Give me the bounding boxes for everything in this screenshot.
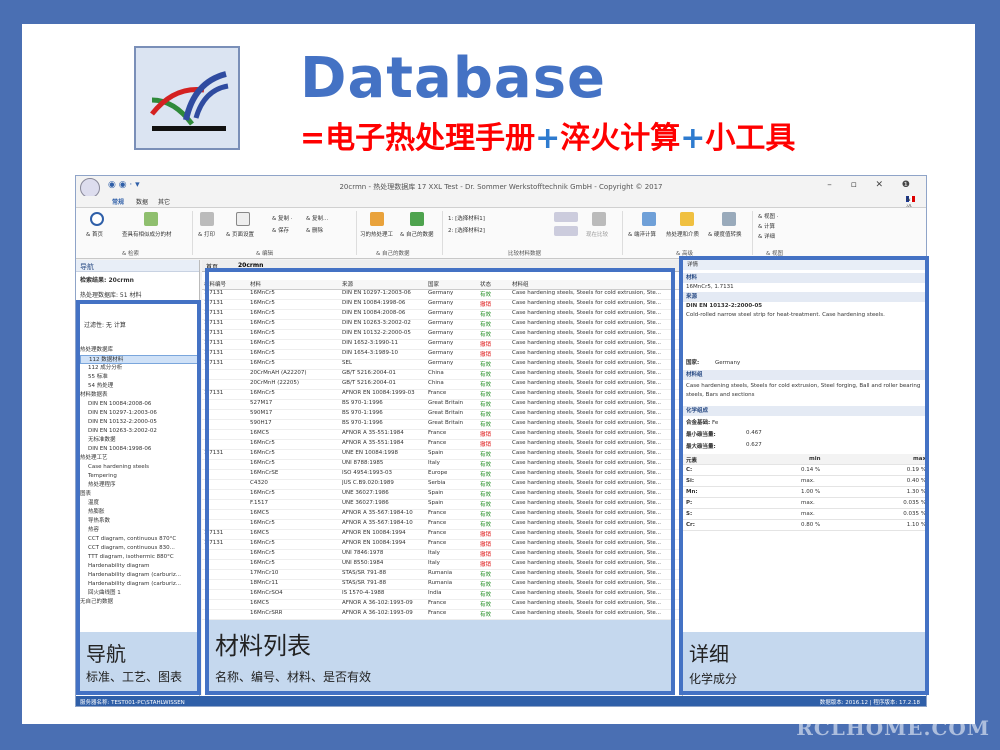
- view-button[interactable]: & 视图 ·: [758, 212, 779, 220]
- my-data-button[interactable]: & 自己的数据: [400, 230, 434, 238]
- similar-search-icon[interactable]: [144, 212, 158, 226]
- group-edit: & 编辑: [256, 251, 274, 257]
- nav-header: 导航: [76, 260, 199, 272]
- hardness-calc-icon[interactable]: [642, 212, 656, 226]
- ribbon: & 首页 查具有相似成分的材 & 检索 & 打印 & 页面设置 & 复制 · &…: [76, 207, 926, 259]
- compare-button[interactable]: 现在比较: [586, 230, 608, 238]
- copy-to-button[interactable]: & 复制 ·: [272, 214, 293, 222]
- print-icon[interactable]: [200, 212, 214, 226]
- swap2-icon[interactable]: [554, 226, 578, 236]
- save-button[interactable]: & 保存: [272, 226, 289, 234]
- group-compare: 比较材料数据: [508, 251, 542, 257]
- home-button[interactable]: & 首页: [86, 230, 103, 238]
- print-button[interactable]: & 打印: [198, 230, 215, 238]
- window-controls[interactable]: – ▫ ✕ ❶: [827, 180, 918, 190]
- swap-icon[interactable]: [554, 212, 578, 222]
- compare-icon[interactable]: [592, 212, 606, 226]
- delete-button[interactable]: & 删除: [306, 226, 323, 234]
- compare-slot-2[interactable]: 2: [选择材料2]: [448, 226, 485, 234]
- search-result[interactable]: 检索结果: 20crmn: [76, 272, 199, 287]
- hardness-calc-button[interactable]: & 端淬计算: [628, 230, 656, 238]
- copy-button[interactable]: & 复制...: [306, 214, 328, 222]
- hardness-convert-icon[interactable]: [722, 212, 736, 226]
- my-data-icon[interactable]: [410, 212, 424, 226]
- watermark: RCLHOME.COM: [796, 716, 990, 740]
- similar-search-button[interactable]: 查具有相似成分的材: [122, 230, 172, 238]
- heat-medium-icon[interactable]: [680, 212, 694, 226]
- menu-bar: 常规 数据 其它 & 设置: [76, 196, 926, 221]
- app-logo: [134, 46, 240, 150]
- slide-subtitle: =电子热处理手册+淬火计算+小工具: [300, 121, 796, 156]
- detail-view-button[interactable]: & 详细: [758, 232, 775, 240]
- search-icon[interactable]: [90, 212, 104, 226]
- compare-slot-1[interactable]: 1: [选择材料1]: [448, 214, 485, 222]
- my-heat-button[interactable]: 习的热处理工: [360, 230, 393, 238]
- page-setup-icon[interactable]: [236, 212, 250, 226]
- logo-curves-icon: [144, 56, 234, 144]
- status-bar: 服务器名称: TEST001-PC\STAHLWISSEN 数据版本: 2016…: [76, 696, 926, 706]
- nav-caption: 导航 标准、工艺、图表: [80, 632, 197, 691]
- page-setup-button[interactable]: & 页面设置: [226, 230, 254, 238]
- group-my-data: & 自己的数据: [376, 251, 410, 257]
- detail-highlight-frame: [679, 256, 929, 695]
- my-heat-icon[interactable]: [370, 212, 384, 226]
- group-retrieve: & 检索: [122, 251, 140, 257]
- tab-other[interactable]: 其它: [158, 197, 170, 206]
- title-bar: ◉ ◉ · ▾ 20crmn - 热处理数据库 17 XXL Test - Dr…: [76, 176, 926, 198]
- slide-title: Database: [300, 46, 607, 111]
- version-info: 数据版本: 2016.12 | 程序版本: 17.2.18: [819, 700, 920, 706]
- list-caption: 材料列表 名称、编号、材料、是否有效: [209, 620, 671, 691]
- heat-medium-button[interactable]: 热处理和介质: [666, 230, 699, 238]
- window-title: 20crmn - 热处理数据库 17 XXL Test - Dr. Sommer…: [339, 183, 663, 191]
- tab-general[interactable]: 常规: [112, 197, 124, 206]
- tab-data[interactable]: 数据: [136, 197, 148, 206]
- server-name: 服务器名称: TEST001-PC\STAHLWISSEN: [80, 700, 185, 706]
- hardness-convert-button[interactable]: & 硬度值转换: [708, 230, 742, 238]
- detail-caption: 详细 化学成分: [683, 632, 925, 691]
- calc-view-button[interactable]: & 计算: [758, 222, 775, 230]
